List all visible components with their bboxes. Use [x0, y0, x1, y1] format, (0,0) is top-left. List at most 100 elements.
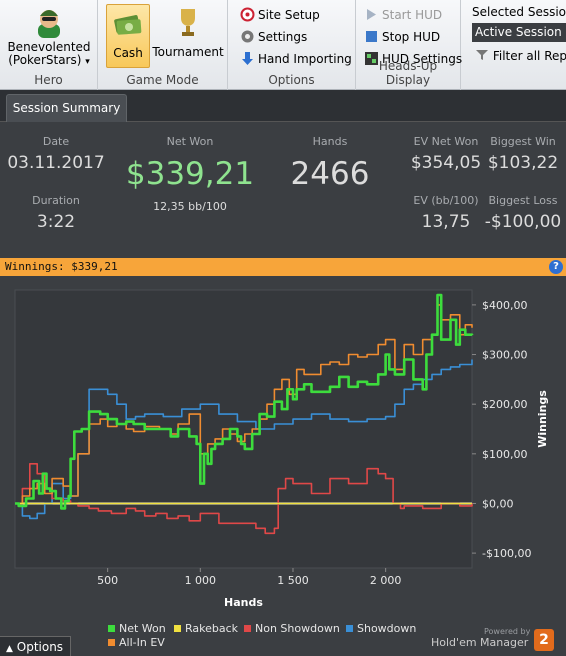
x-tick-label: 1 500: [277, 574, 309, 587]
winnings-chart: -$100,00 $0,00 $100,00 $200,00 $300,00 $400,0…: [14, 289, 549, 609]
cash-label: Cash: [113, 46, 143, 60]
hero-avatar-icon: [38, 10, 60, 38]
site-setup-button[interactable]: Site Setup: [240, 5, 320, 25]
site-setup-label: Site Setup: [258, 8, 320, 22]
tab-session-summary[interactable]: Session Summary: [6, 94, 127, 122]
date-value: 03.11.2017: [7, 153, 105, 173]
ev-bb-label: EV (bb/100): [413, 194, 479, 207]
hero-button[interactable]: Benevolented (PokerStars) ▾: [4, 2, 94, 68]
hero-group-label: Hero: [34, 73, 63, 87]
options-arrow-icon: ▲: [6, 644, 13, 654]
options-button[interactable]: ▲ Options: [0, 636, 71, 656]
app-window: { "ribbon": { "hero": {"name": "Benevole…: [0, 0, 566, 656]
legend-non-showdown: Non Showdown: [244, 622, 340, 635]
y-tick-label: $400,00: [482, 299, 528, 312]
stop-hud-button[interactable]: Stop HUD: [364, 27, 440, 47]
session-select[interactable]: Active Session: [472, 23, 566, 42]
legend-net-won: Net Won: [108, 622, 166, 635]
x-tick-label: 500: [97, 574, 118, 587]
legend-rakeback-label: Rakeback: [185, 622, 239, 635]
winnings-chart-panel: -$100,00 $0,00 $100,00 $200,00 $300,00 $400,0…: [0, 276, 566, 656]
legend-showdown-label: Showdown: [357, 622, 417, 635]
tournament-button[interactable]: Tournament: [152, 4, 224, 68]
date-label: Date: [42, 135, 70, 148]
all-in-ev-swatch: [108, 639, 115, 646]
hands-value: 2466: [290, 156, 370, 192]
hud-group: Start HUD Stop HUD HUD Settings Heads-Up…: [356, 0, 462, 90]
hero-dropdown-icon[interactable]: ▾: [85, 57, 90, 67]
brand-name: Hold'em Manager: [431, 636, 529, 649]
start-hud-label: Start HUD: [382, 8, 443, 22]
hero-name: Benevolented: [7, 40, 91, 54]
filter-icon: [476, 50, 488, 60]
ev-net-won-label: EV Net Won: [413, 135, 479, 148]
x-tick-label: 1 000: [185, 574, 217, 587]
powered-by: Powered by: [484, 627, 531, 636]
x-axis-label: Hands: [224, 596, 263, 609]
y-tick-label: $100,00: [482, 448, 528, 461]
x-tick-label: 2 000: [370, 574, 402, 587]
winnings-bar: Winnings: $339,21 ?: [0, 258, 566, 276]
y-tick-label: $200,00: [482, 398, 528, 411]
session-stats-panel: Date 03.11.2017 Duration 3:22 Net Won $3…: [0, 122, 566, 258]
cash-button[interactable]: Cash: [106, 4, 150, 68]
tab-strip: Session Summary: [0, 90, 566, 122]
session-group: Selected Session: Active Session Filter …: [461, 0, 566, 90]
showdown-swatch: [346, 625, 353, 632]
y-tick-label: -$100,00: [482, 547, 531, 560]
play-icon: [367, 9, 376, 20]
options-group: Site Setup Settings Hand Importing Optio…: [228, 0, 356, 90]
stop-hud-label: Stop HUD: [382, 30, 441, 44]
game-mode-group: Cash Tournament Game Mode: [98, 0, 228, 90]
ribbon-toolbar: Benevolented (PokerStars) ▾ Hero Cash To…: [0, 0, 566, 90]
biggest-loss-value: -$100,00: [484, 212, 562, 232]
legend-rakeback: Rakeback: [174, 622, 238, 635]
settings-label: Settings: [258, 30, 308, 44]
net-won-label: Net Won: [166, 135, 214, 148]
tournament-label: Tournament: [152, 45, 224, 59]
filter-reports-label: Filter all Repor: [492, 49, 566, 63]
duration-label: Duration: [32, 194, 80, 207]
net-won-swatch: [108, 625, 115, 632]
hud-group-label: Heads-Up Display: [378, 59, 438, 87]
legend-all-in-ev: All-In EV: [108, 636, 165, 649]
legend-showdown: Showdown: [346, 622, 416, 635]
hands-label: Hands: [312, 135, 348, 148]
non-showdown-swatch: [244, 625, 251, 632]
site-setup-icon: [240, 7, 255, 22]
winnings-bar-text: Winnings: $339,21: [5, 260, 118, 273]
biggest-loss-label: Biggest Loss: [488, 194, 558, 207]
hm2-logo-icon: 2: [534, 629, 554, 651]
trophy-icon: [181, 9, 195, 36]
ev-bb-value: 13,75: [421, 212, 471, 232]
rakeback-swatch: [174, 625, 181, 632]
hand-importing-label: Hand Importing: [258, 52, 352, 66]
hand-importing-button[interactable]: Hand Importing: [240, 49, 352, 69]
start-hud-button[interactable]: Start HUD: [364, 5, 442, 25]
biggest-win-value: $103,22: [487, 153, 559, 173]
net-won-value: $339,21: [125, 156, 255, 192]
legend-all-in-ev-label: All-In EV: [119, 636, 165, 649]
cash-icon: [114, 15, 142, 35]
biggest-win-label: Biggest Win: [490, 135, 556, 148]
y-tick-label: $0,00: [482, 497, 514, 510]
filter-reports-button[interactable]: Filter all Repor: [475, 48, 566, 63]
hero-group: Benevolented (PokerStars) ▾ Hero: [0, 0, 98, 90]
legend-net-won-label: Net Won: [119, 622, 166, 635]
y-tick-label: $300,00: [482, 349, 528, 362]
settings-button[interactable]: Settings: [240, 27, 307, 47]
options-label: Options: [16, 640, 64, 654]
gear-icon: [241, 30, 254, 43]
options-group-label: Options: [268, 73, 315, 87]
hero-site: (PokerStars): [8, 53, 82, 67]
duration-value: 3:22: [36, 212, 76, 232]
net-won-bb: 12,35 bb/100: [153, 200, 227, 213]
game-mode-group-label: Game Mode: [126, 73, 199, 87]
stop-icon: [366, 31, 377, 42]
import-arrow-icon: [242, 52, 253, 65]
help-icon[interactable]: ?: [549, 260, 563, 274]
ev-net-won-value: $354,05: [410, 153, 482, 173]
session-label: Selected Session:: [472, 5, 566, 19]
y-axis-label: Winnings: [536, 390, 549, 448]
legend-non-showdown-label: Non Showdown: [255, 622, 340, 635]
